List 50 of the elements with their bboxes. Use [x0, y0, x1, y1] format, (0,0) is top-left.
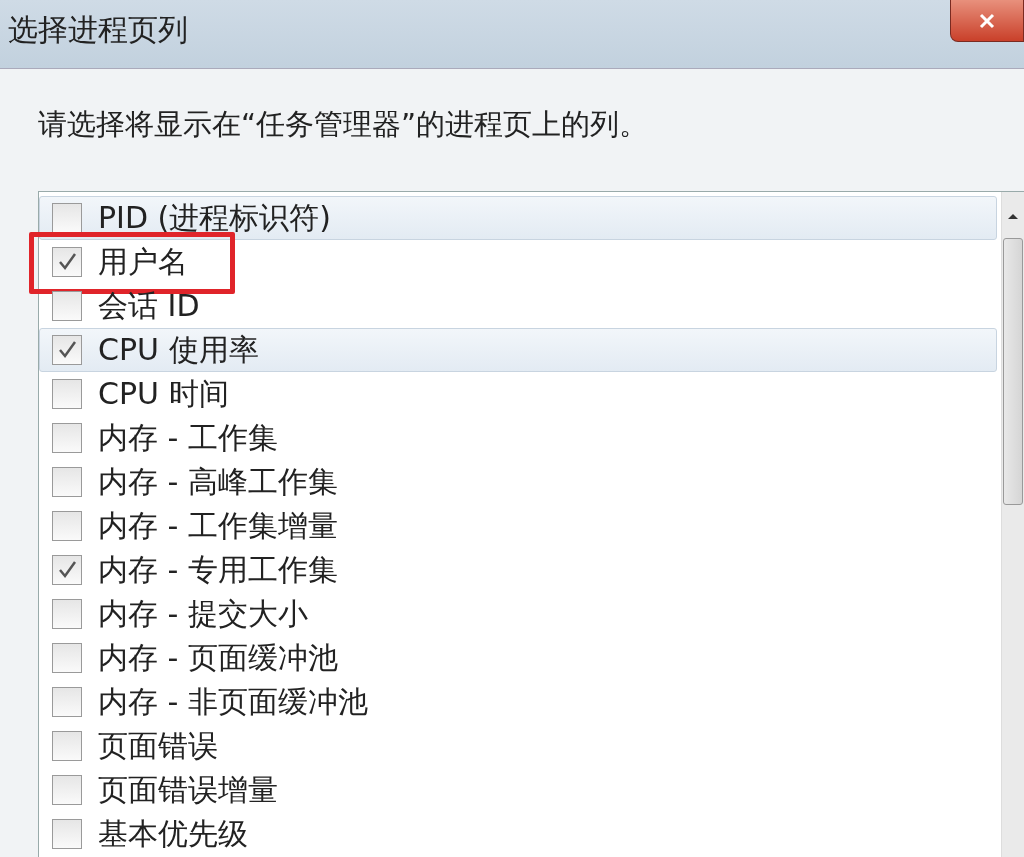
scrollbar[interactable]: [1001, 192, 1024, 857]
instruction-text: 请选择将显示在“任务管理器”的进程页上的列。: [38, 106, 650, 143]
list-item[interactable]: 基本优先级: [39, 812, 997, 856]
column-label: 页面错误: [98, 726, 218, 765]
list-item[interactable]: 页面错误增量: [39, 768, 997, 812]
list-item[interactable]: 用户名: [39, 240, 997, 284]
column-label: CPU 时间: [98, 374, 229, 413]
column-label: 页面错误增量: [98, 770, 278, 809]
column-label: 内存 - 工作集增量: [98, 506, 338, 545]
checkbox[interactable]: [52, 511, 82, 541]
list-item[interactable]: 会话 ID: [39, 284, 997, 328]
column-label: 用户名: [98, 242, 188, 281]
list-item[interactable]: 内存 - 页面缓冲池: [39, 636, 997, 680]
checkbox[interactable]: [52, 731, 82, 761]
list-item[interactable]: 内存 - 专用工作集: [39, 548, 997, 592]
list-item[interactable]: 内存 - 提交大小: [39, 592, 997, 636]
checkbox[interactable]: [52, 423, 82, 453]
list-item[interactable]: CPU 时间: [39, 372, 997, 416]
column-label: 内存 - 高峰工作集: [98, 462, 338, 501]
close-button[interactable]: [950, 0, 1024, 42]
window-title: 选择进程页列: [7, 11, 188, 49]
column-label: CPU 使用率: [98, 330, 259, 369]
column-label: 内存 - 专用工作集: [98, 550, 338, 589]
checkbox[interactable]: [52, 555, 82, 585]
list-item[interactable]: 页面错误: [39, 724, 997, 768]
checkbox[interactable]: [52, 819, 82, 849]
checkbox[interactable]: [52, 775, 82, 805]
list-item[interactable]: CPU 使用率: [39, 328, 997, 372]
checkbox[interactable]: [52, 467, 82, 497]
list-item[interactable]: 内存 - 高峰工作集: [39, 460, 997, 504]
column-label: 内存 - 工作集: [98, 418, 278, 457]
checkbox[interactable]: [52, 643, 82, 673]
checkbox[interactable]: [52, 335, 82, 365]
checkbox[interactable]: [52, 379, 82, 409]
checkbox[interactable]: [52, 291, 82, 321]
column-label: 内存 - 提交大小: [98, 594, 308, 633]
checkbox[interactable]: [52, 247, 82, 277]
column-label: 内存 - 非页面缓冲池: [98, 682, 368, 721]
scroll-thumb[interactable]: [1003, 238, 1023, 505]
column-label: 基本优先级: [98, 814, 248, 853]
column-label: PID (进程标识符): [98, 198, 331, 237]
list-item[interactable]: PID (进程标识符): [39, 196, 997, 240]
list-item[interactable]: 内存 - 工作集增量: [39, 504, 997, 548]
checkbox[interactable]: [52, 203, 82, 233]
list-item[interactable]: 内存 - 工作集: [39, 416, 997, 460]
list-item[interactable]: 内存 - 非页面缓冲池: [39, 680, 997, 724]
column-label: 会话 ID: [98, 286, 200, 325]
checkbox[interactable]: [52, 599, 82, 629]
checkbox[interactable]: [52, 687, 82, 717]
column-label: 内存 - 页面缓冲池: [98, 638, 338, 677]
